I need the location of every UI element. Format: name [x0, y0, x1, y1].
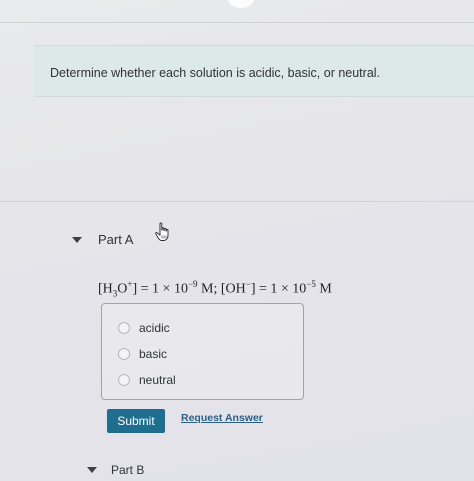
instructions-text: Determine whether each solution is acidi… — [50, 66, 381, 80]
oh-exponent: −5 — [306, 279, 316, 289]
question-text: [H3O+] = 1 × 10−9 M; [OH−] = 1 × 10−5 M — [98, 279, 332, 298]
request-answer-link[interactable]: Request Answer — [181, 412, 263, 424]
triangle-down-icon[interactable] — [87, 467, 97, 473]
hand-pointer-icon — [155, 222, 169, 241]
radio-neutral[interactable] — [118, 374, 130, 386]
top-divider — [0, 22, 474, 23]
instructions-panel: Determine whether each solution is acidi… — [34, 45, 474, 97]
answer-options: acidic basic neutral — [101, 303, 304, 400]
option-basic[interactable]: basic — [118, 347, 167, 361]
h3o-exponent: −9 — [187, 279, 198, 289]
option-neutral[interactable]: neutral — [118, 373, 176, 387]
option-label[interactable]: basic — [139, 347, 167, 361]
option-acidic[interactable]: acidic — [118, 321, 170, 335]
radio-acidic[interactable] — [118, 322, 130, 334]
h3o-unit: M; [OH — [197, 281, 246, 297]
h3o-equals: ] = 1 × 10 — [132, 281, 188, 297]
screen-glare — [228, 0, 254, 8]
oh-unit: M — [315, 281, 332, 297]
part-a-label[interactable]: Part A — [98, 232, 133, 247]
h3o-o: O — [117, 281, 128, 297]
triangle-down-icon[interactable] — [72, 236, 82, 243]
submit-button[interactable]: Submit — [107, 409, 165, 433]
oh-equals: ] = 1 × 10 — [250, 281, 307, 297]
option-label[interactable]: acidic — [139, 321, 170, 335]
radio-basic[interactable] — [118, 348, 130, 360]
part-a-header[interactable]: Part A — [72, 232, 133, 247]
h3o-bracket-open: [H — [98, 281, 113, 297]
option-label[interactable]: neutral — [139, 373, 176, 387]
part-b-header[interactable]: Part B — [87, 463, 144, 477]
section-divider — [0, 201, 474, 202]
part-b-label[interactable]: Part B — [111, 463, 144, 477]
